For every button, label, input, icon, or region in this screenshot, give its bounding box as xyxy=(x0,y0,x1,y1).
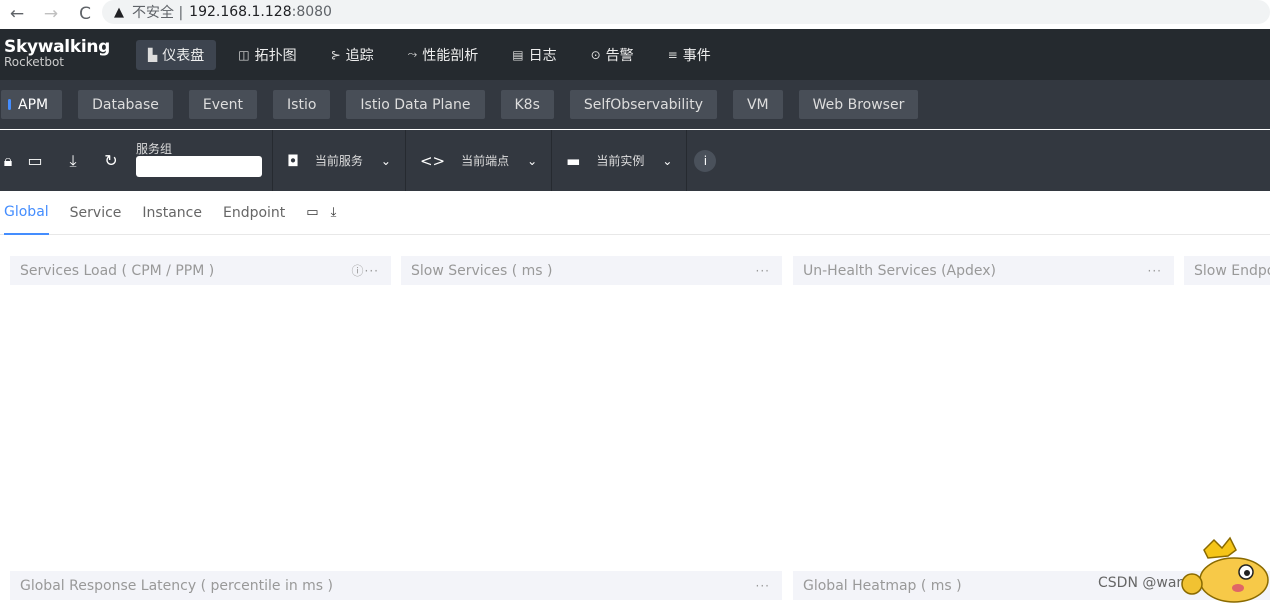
layer-tab-apm[interactable]: APM xyxy=(1,90,63,119)
selector-toolbar: 🔒︎ ▭ ⤓ ↻ 服务组 ◘ 当前服务 ⌄ <> 当前端点 ⌄ ▬ 当前实例 ⌄… xyxy=(0,130,1270,191)
info-wrapper: i xyxy=(686,130,717,191)
instance-icon: ▬ xyxy=(566,151,581,170)
warning-icon: ▲ xyxy=(114,4,124,20)
nav-label: 拓扑图 xyxy=(254,47,297,64)
event-icon: ≡ xyxy=(667,47,678,62)
widget-title: Un-Health Services (Apdex) xyxy=(803,262,997,279)
layer-tab-istio-data-plane[interactable]: Istio Data Plane xyxy=(346,90,485,119)
nav-menu: ▙ 仪表盘 ◫ 拓扑图 ⊱ 追踪 ⤳ 性能剖析 ▤ 日志 ⊙ 告警 ≡ 事件 xyxy=(136,39,733,70)
endpoint-icon: <> xyxy=(419,151,446,170)
nav-item-dashboard[interactable]: ▙ 仪表盘 xyxy=(136,39,217,70)
service-group-input[interactable] xyxy=(136,156,262,177)
tab-service[interactable]: Service xyxy=(70,191,122,235)
service-group: 服务组 xyxy=(136,142,262,177)
nav-label: 追踪 xyxy=(345,47,374,64)
widget-unhealth-services: Un-Health Services (Apdex) ··· xyxy=(793,256,1174,285)
nav-item-trace[interactable]: ⊱ 追踪 xyxy=(319,40,386,70)
widget-tools[interactable]: ··· xyxy=(756,256,770,285)
widget-global-response-latency: Global Response Latency ( percentile in … xyxy=(10,571,782,600)
layer-tab-event[interactable]: Event xyxy=(188,90,258,119)
nav-item-profile[interactable]: ⤳ 性能剖析 xyxy=(396,40,491,70)
refresh-icon[interactable]: ↻ xyxy=(92,151,130,170)
layer-tab-vm[interactable]: VM xyxy=(732,90,783,119)
nav-item-event[interactable]: ≡ 事件 xyxy=(656,40,723,70)
widget-services-load: Services Load ( CPM / PPM ) ⓘ··· xyxy=(10,256,391,285)
top-navigation: Skywalking Rocketbot ▙ 仪表盘 ◫ 拓扑图 ⊱ 追踪 ⤳ 性能剖析… xyxy=(0,29,1270,80)
layer-tab-database[interactable]: Database xyxy=(78,90,173,119)
widget-slow-services: Slow Services ( ms ) ··· xyxy=(401,256,782,285)
dashboard-icon: ▙ xyxy=(148,47,158,62)
widget-title: Services Load ( CPM / PPM ) xyxy=(20,262,215,279)
service-selector[interactable]: ◘ 当前服务 ⌄ xyxy=(272,130,405,191)
topology-icon: ◫ xyxy=(238,47,250,62)
alarm-icon: ⊙ xyxy=(590,47,601,62)
insecure-label: 不安全 | xyxy=(132,5,184,21)
download-icon[interactable]: ⤓ xyxy=(331,205,337,220)
layer-tab-istio[interactable]: Istio xyxy=(273,90,331,119)
mascot-image xyxy=(1181,536,1269,603)
nav-item-log[interactable]: ▤ 日志 xyxy=(500,40,568,70)
url-port: :8080 xyxy=(291,4,332,20)
log-icon: ▤ xyxy=(512,47,524,62)
nav-label: 性能剖析 xyxy=(422,47,479,64)
logo-name: Skywalking xyxy=(4,37,111,57)
service-icon: ◘ xyxy=(287,151,299,170)
trace-icon: ⊱ xyxy=(330,47,341,62)
lock-icon[interactable]: 🔒︎ xyxy=(0,151,16,171)
chevron-down-icon: ⌄ xyxy=(380,153,391,168)
widget-tools[interactable]: ⓘ··· xyxy=(352,256,379,285)
forward-arrow-icon[interactable]: → xyxy=(34,4,68,24)
profile-icon: ⤳ xyxy=(407,47,418,61)
browser-toolbar: ← → C ▲ 不安全 | 192.168.1.128:8080 xyxy=(0,0,1270,28)
nav-label: 事件 xyxy=(682,47,711,64)
instance-selector[interactable]: ▬ 当前实例 ⌄ xyxy=(551,130,686,191)
back-arrow-icon[interactable]: ← xyxy=(0,4,34,24)
tab-instance[interactable]: Instance xyxy=(142,191,202,235)
widget-title: Slow Endpo xyxy=(1194,262,1270,279)
layer-tab-k8s[interactable]: K8s xyxy=(500,90,554,119)
endpoint-selector-label: 当前端点 xyxy=(461,154,510,168)
widget-title: Global Heatmap ( ms ) xyxy=(803,577,962,594)
layer-tab-selfobservability[interactable]: SelfObservability xyxy=(569,90,717,119)
widget-tools[interactable]: ··· xyxy=(1148,256,1162,285)
address-bar[interactable]: ▲ 不安全 | 192.168.1.128:8080 xyxy=(102,0,1270,24)
tab-endpoint[interactable]: Endpoint xyxy=(223,191,285,235)
tab-global[interactable]: Global xyxy=(4,191,49,235)
widget-title: Global Response Latency ( percentile in … xyxy=(20,577,334,594)
nav-item-topology[interactable]: ◫ 拓扑图 xyxy=(226,40,308,70)
layer-tab-web-browser[interactable]: Web Browser xyxy=(798,90,919,119)
nav-label: 日志 xyxy=(528,47,557,64)
reload-icon[interactable]: C xyxy=(68,4,102,24)
chevron-down-icon: ⌄ xyxy=(662,153,673,168)
download-icon[interactable]: ⤓ xyxy=(54,151,92,171)
widget-title: Slow Services ( ms ) xyxy=(411,262,553,279)
nav-label: 仪表盘 xyxy=(162,47,205,64)
folder-icon[interactable]: ▭ xyxy=(306,205,318,220)
chevron-down-icon: ⌄ xyxy=(527,153,538,168)
nav-item-alarm[interactable]: ⊙ 告警 xyxy=(579,40,646,70)
logo-sub: Rocketbot xyxy=(4,55,65,69)
instance-selector-label: 当前实例 xyxy=(596,154,645,168)
layer-label: APM xyxy=(18,96,49,113)
endpoint-selector[interactable]: <> 当前端点 ⌄ xyxy=(404,130,551,191)
dashboard-tabs: Global Service Instance Endpoint ▭ ⤓ xyxy=(0,191,1270,235)
service-selector-label: 当前服务 xyxy=(314,154,363,168)
url-host: 192.168.1.128 xyxy=(189,4,292,20)
logo[interactable]: Skywalking Rocketbot xyxy=(0,29,130,80)
info-icon[interactable]: i xyxy=(694,149,717,172)
active-marker xyxy=(8,99,11,110)
widget-slow-endpoints: Slow Endpo xyxy=(1184,256,1270,285)
layer-tabs: APM Database Event Istio Istio Data Plan… xyxy=(0,80,1270,129)
nav-label: 告警 xyxy=(605,47,634,64)
service-group-label: 服务组 xyxy=(136,142,173,156)
folder-icon[interactable]: ▭ xyxy=(16,151,54,170)
widget-tools[interactable]: ··· xyxy=(756,571,770,600)
